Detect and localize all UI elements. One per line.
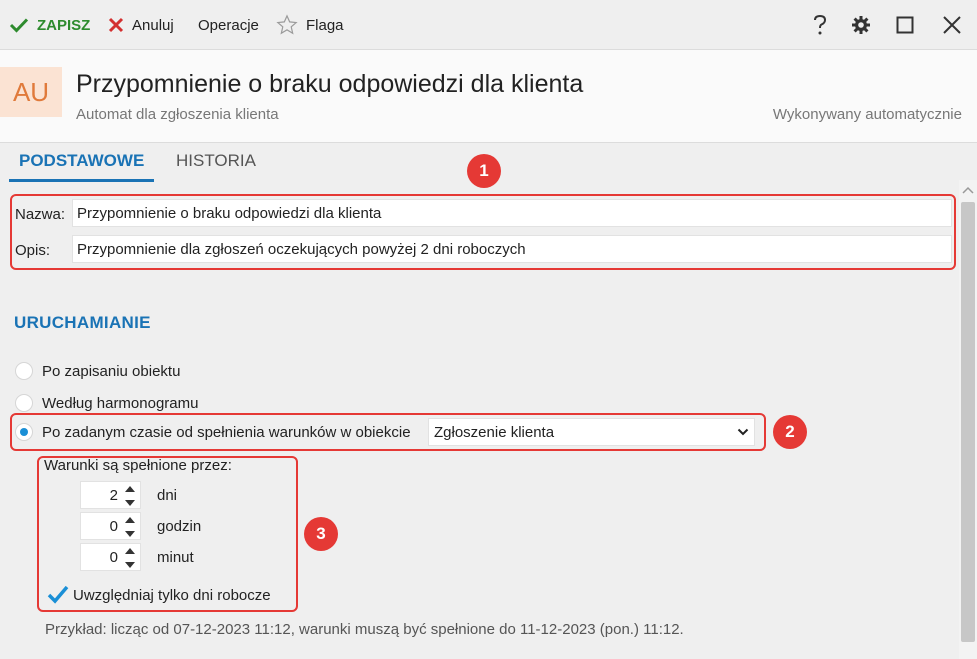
hours-stepper[interactable]: 0 — [80, 512, 141, 540]
radio-after-time[interactable]: Po zadanym czasie od spełnienia warunków… — [15, 423, 411, 441]
description-label: Opis: — [15, 242, 51, 259]
toolbar: ZAPISZ Anuluj Operacje Flaga — [0, 0, 977, 50]
radio-label: Po zapisaniu obiektu — [42, 362, 181, 380]
spin-down-icon[interactable] — [124, 530, 136, 538]
page-subtitle: Automat dla zgłoszenia klienta — [76, 106, 279, 123]
close-icon[interactable] — [940, 13, 964, 37]
annotation-badge-2: 2 — [773, 415, 807, 449]
radio-label: Według harmonogramu — [42, 394, 199, 412]
radio-button[interactable] — [15, 394, 33, 412]
cancel-button[interactable]: Anuluj — [108, 13, 174, 37]
minutes-value: 0 — [109, 549, 118, 566]
section-title-trigger: URUCHAMIANIE — [14, 313, 151, 332]
gear-icon[interactable] — [849, 13, 873, 37]
scroll-up-icon[interactable] — [959, 180, 977, 200]
annotation-badge-3: 3 — [304, 517, 338, 551]
description-field[interactable]: Przypomnienie dla zgłoszeń oczekujących … — [72, 235, 952, 263]
spin-down-icon[interactable] — [124, 499, 136, 507]
x-icon — [108, 17, 124, 33]
record-header: AU Przypomnienie o braku odpowiedzi dla … — [0, 50, 977, 143]
radio-label: Po zadanym czasie od spełnienia warunków… — [42, 423, 411, 441]
radio-schedule[interactable]: Według harmonogramu — [15, 394, 198, 412]
operations-menu[interactable]: Operacje — [198, 13, 259, 37]
conditions-heading: Warunki są spełnione przez: — [44, 457, 232, 474]
scroll-thumb[interactable] — [961, 202, 975, 642]
select-value: Zgłoszenie klienta — [434, 423, 555, 441]
days-unit: dni — [157, 487, 178, 504]
radio-button-checked[interactable] — [15, 423, 33, 441]
workdays-label: Uwzględniaj tylko dni robocze — [73, 586, 271, 604]
example-text: Przykład: licząc od 07-12-2023 11:12, wa… — [45, 621, 684, 638]
checkmark-icon — [47, 585, 69, 604]
spin-down-icon[interactable] — [124, 561, 136, 569]
days-value: 2 — [109, 487, 118, 504]
radio-on-save[interactable]: Po zapisaniu obiektu — [15, 362, 180, 380]
maximize-icon[interactable] — [893, 13, 917, 37]
page-title: Przypomnienie o braku odpowiedzi dla kli… — [76, 70, 584, 98]
object-type-select[interactable]: Zgłoszenie klienta — [428, 418, 755, 446]
flag-button[interactable]: Flaga — [276, 13, 344, 37]
save-button[interactable]: ZAPISZ — [9, 13, 90, 37]
spin-up-icon[interactable] — [124, 485, 136, 493]
hours-value: 0 — [109, 518, 118, 535]
chevron-down-icon — [737, 428, 749, 436]
tab-basic[interactable]: PODSTAWOWE — [9, 151, 155, 182]
spin-up-icon[interactable] — [124, 547, 136, 555]
name-label: Nazwa: — [15, 206, 66, 223]
workdays-checkbox[interactable] — [47, 585, 69, 605]
tab-history[interactable]: HISTORIA — [176, 151, 256, 171]
radio-button[interactable] — [15, 362, 33, 380]
workdays-checkbox-row[interactable]: Uwzględniaj tylko dni robocze — [47, 585, 271, 605]
scrollbar[interactable] — [959, 180, 977, 659]
help-icon[interactable] — [808, 13, 832, 37]
execution-mode: Wykonywany automatycznie — [772, 106, 962, 123]
save-label: ZAPISZ — [37, 16, 91, 34]
minutes-unit: minut — [157, 549, 194, 566]
check-icon — [9, 18, 29, 33]
annotation-badge-1: 1 — [467, 154, 501, 188]
flag-label: Flaga — [306, 16, 344, 34]
cancel-label: Anuluj — [132, 16, 174, 34]
operations-label: Operacje — [198, 16, 259, 34]
avatar: AU — [0, 67, 62, 117]
star-icon — [276, 14, 298, 35]
minutes-stepper[interactable]: 0 — [80, 543, 141, 571]
hours-unit: godzin — [157, 518, 202, 535]
spin-up-icon[interactable] — [124, 516, 136, 524]
days-stepper[interactable]: 2 — [80, 481, 141, 509]
name-field[interactable]: Przypomnienie o braku odpowiedzi dla kli… — [72, 199, 952, 227]
